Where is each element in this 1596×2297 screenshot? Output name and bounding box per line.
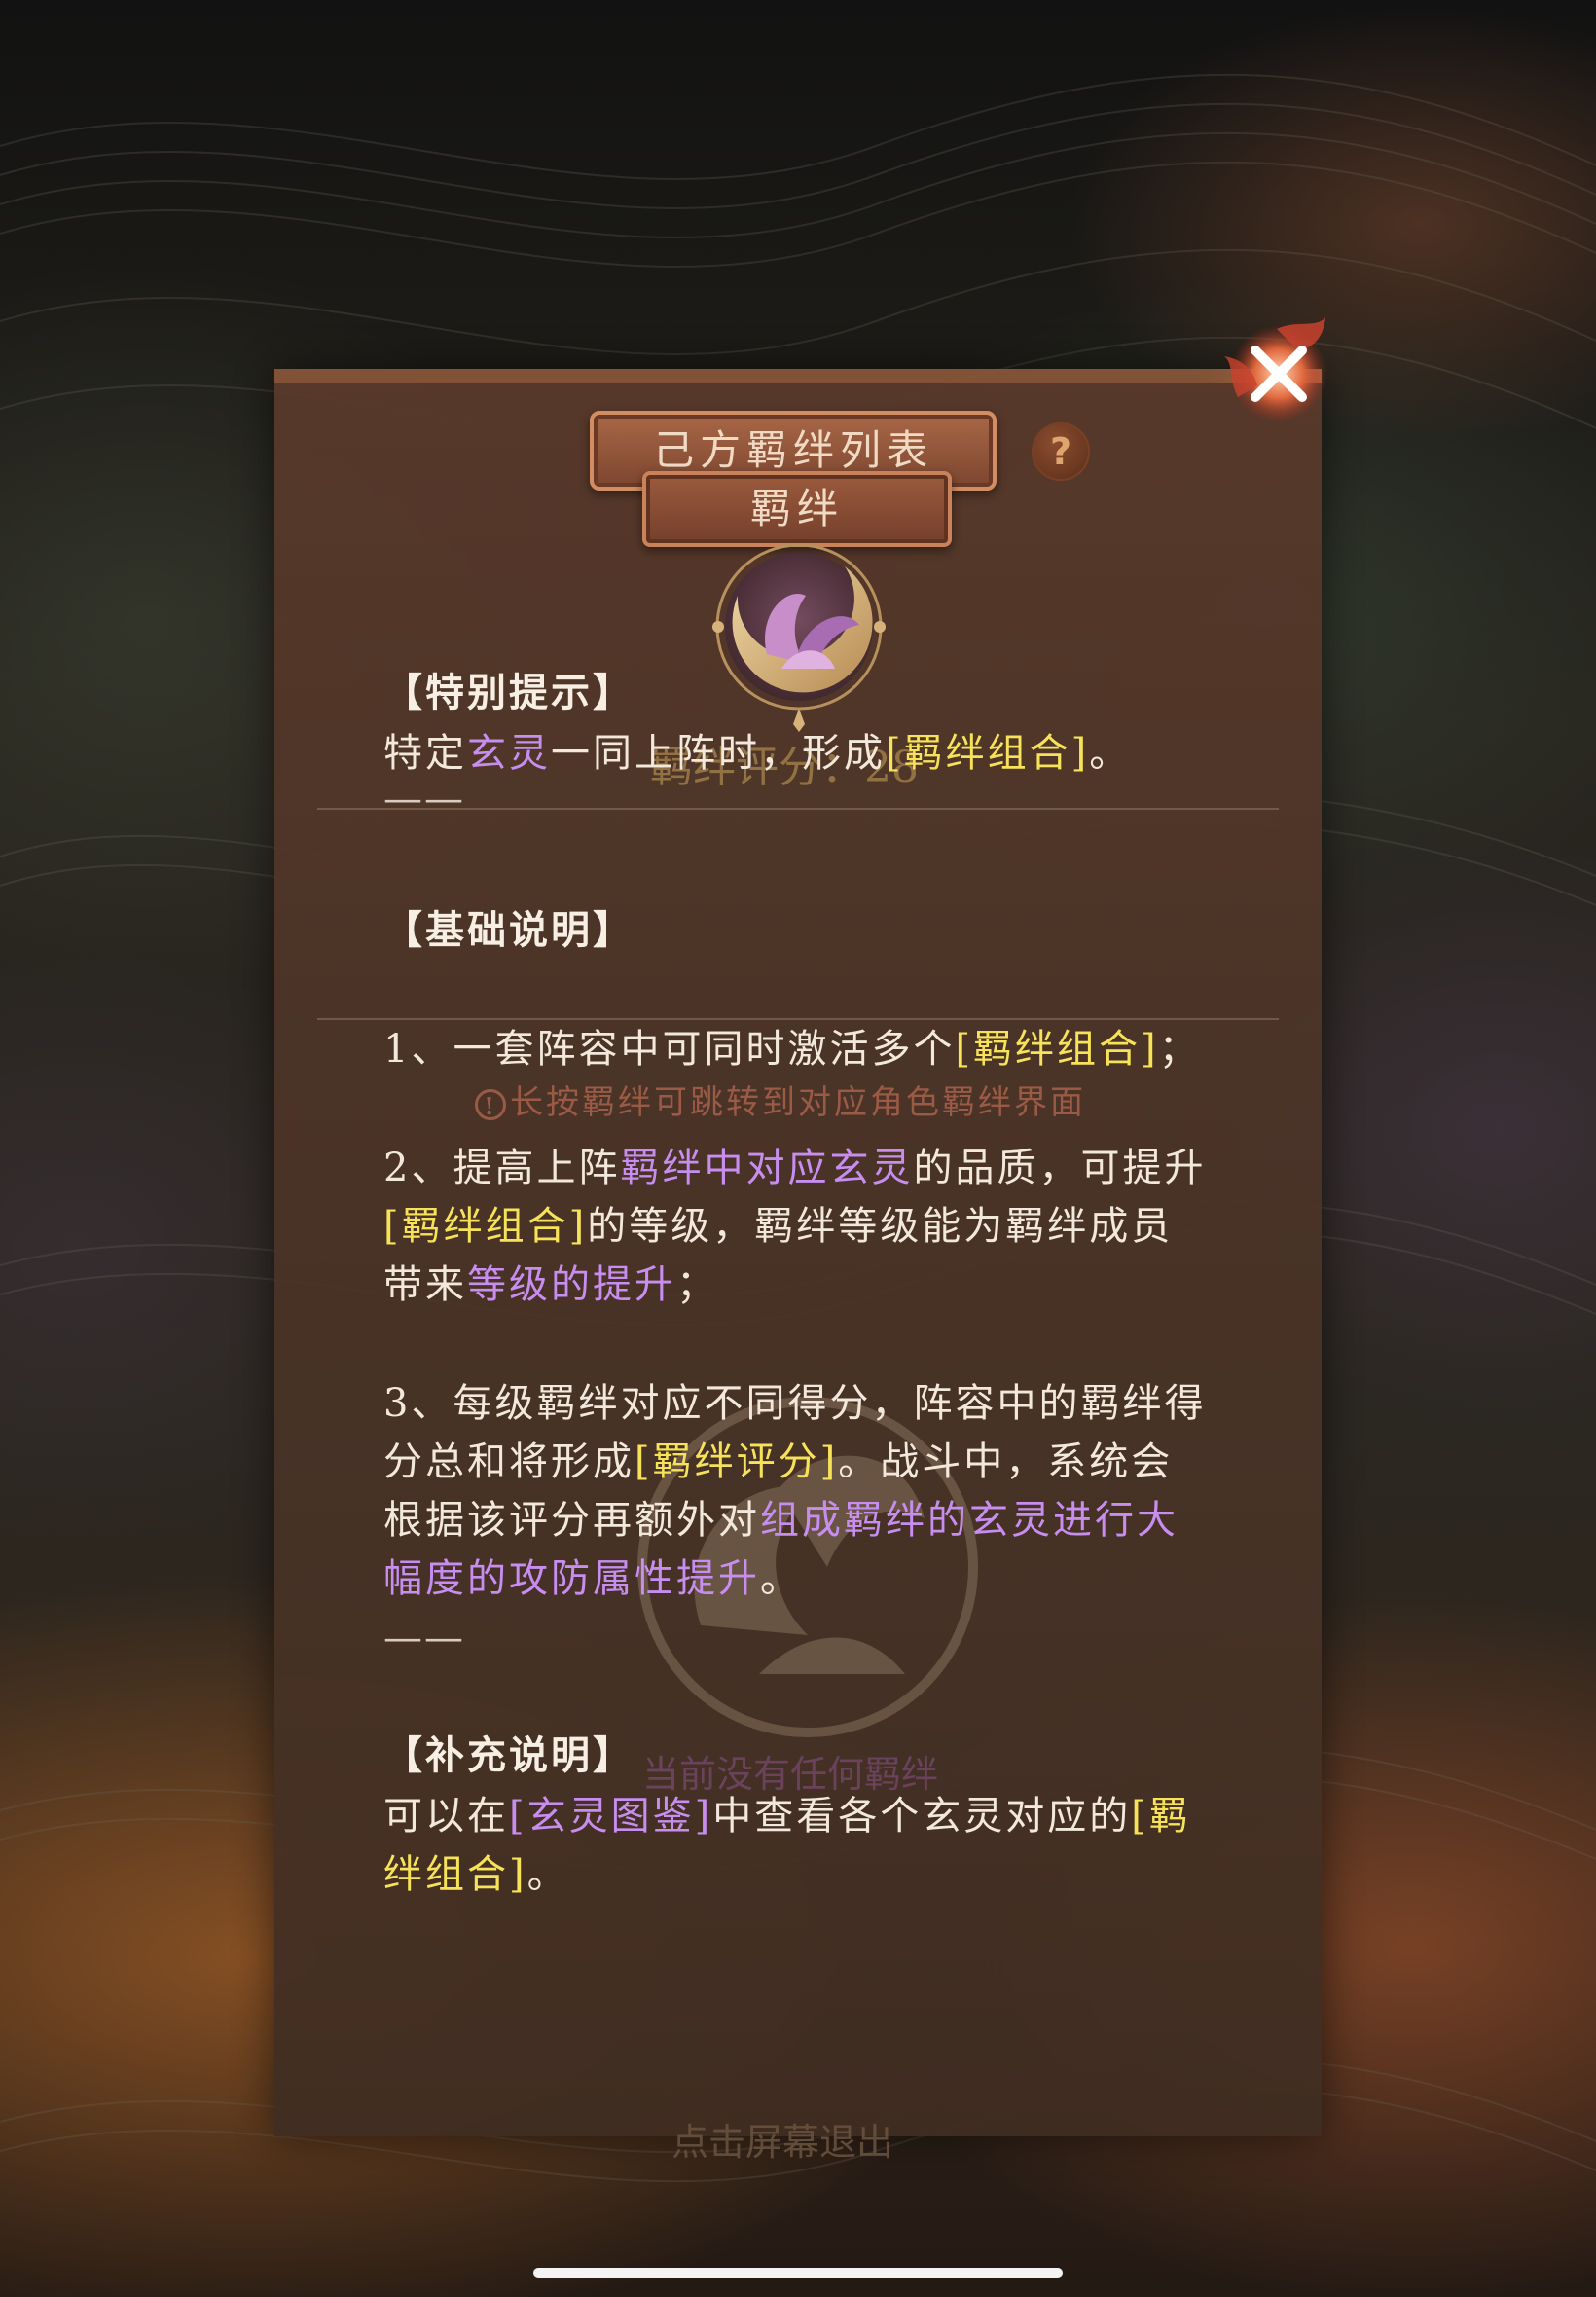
basic-item-3-line-3: 根据该评分再额外对组成羁绊的玄灵进行大 <box>383 1491 1179 1550</box>
basic-item-3-line-1: 3、每级羁绊对应不同得分，阵容中的羁绊得 <box>383 1374 1206 1433</box>
lotus-moon-emblem-icon <box>712 543 886 732</box>
text-segment: ； <box>676 1262 718 1307</box>
text-segment: [羁绊组合] <box>886 731 1090 776</box>
basic-item-3-line-2: 分总和将形成[羁绊评分]。战斗中，系统会 <box>383 1433 1173 1491</box>
supplement-heading: 【补充说明】 <box>383 1732 635 1778</box>
basic-item-2-line-3: 带来等级的提升； <box>383 1256 718 1314</box>
text-segment: 2、提高上阵 <box>383 1146 621 1190</box>
special-tip-dash: —— <box>383 777 465 821</box>
special-tip-text: 特定玄灵一同上阵时，形成[羁绊组合]。 <box>383 724 1131 783</box>
text-segment: ； <box>1158 1027 1201 1072</box>
supplement-line-2: 绊组合]。 <box>383 1845 569 1904</box>
question-mark-icon: ? <box>1049 430 1072 473</box>
tap-to-exit-text[interactable]: 点击屏幕退出 <box>671 2112 893 2166</box>
basic-item-1: 1、一套阵容中可同时激活多个[羁绊组合]； <box>383 1020 1201 1078</box>
text-segment: 。战斗中，系统会 <box>838 1440 1174 1484</box>
special-tip-heading: 【特别提示】 <box>383 670 635 715</box>
text-segment: [玄灵图鉴] <box>509 1794 713 1839</box>
long-press-hint-text: 长按羁绊可跳转到对应角色羁绊界面 <box>510 1083 1086 1122</box>
basic-item-2-line-2: [羁绊组合]的等级，羁绊等级能为羁绊成员 <box>383 1197 1173 1256</box>
text-segment: 带来 <box>383 1262 467 1307</box>
home-indicator[interactable] <box>533 2268 1063 2278</box>
text-segment: 中查看各个玄灵对应的 <box>712 1794 1132 1839</box>
text-segment: 幅度的攻防属性提升 <box>383 1556 760 1601</box>
basic-item-2-line-1: 2、提高上阵羁绊中对应玄灵的品质，可提升 <box>383 1139 1206 1197</box>
basic-info-heading: 【基础说明】 <box>383 907 635 953</box>
text-segment: [羁绊评分] <box>635 1440 839 1484</box>
text-segment: 1、一套阵容中可同时激活多个 <box>383 1027 956 1072</box>
text-segment: 分总和将形成 <box>383 1440 635 1484</box>
text-segment: 可以在 <box>383 1794 509 1839</box>
text-segment: 绊组合] <box>383 1852 527 1897</box>
text-segment: 特定 <box>383 731 467 776</box>
text-segment: 的等级，羁绊等级能为羁绊成员 <box>587 1204 1174 1249</box>
basic-info-dash: —— <box>383 1616 465 1660</box>
text-segment: 组成羁绊的玄灵进行大 <box>760 1498 1179 1543</box>
dialog-subtitle-tab[interactable]: 羁绊 <box>642 471 952 547</box>
close-button[interactable] <box>1218 310 1345 426</box>
text-segment: 一同上阵时，形成 <box>551 731 886 776</box>
text-segment: 等级的提升 <box>467 1262 676 1307</box>
supplement-line-1: 可以在[玄灵图鉴]中查看各个玄灵对应的[羁 <box>383 1787 1191 1845</box>
text-segment: 3、每级羁绊对应不同得分，阵容中的羁绊得 <box>383 1381 1207 1426</box>
text-segment: 。 <box>760 1556 802 1601</box>
text-segment: [羁绊组合] <box>383 1204 588 1249</box>
help-button[interactable]: ? <box>1032 422 1090 481</box>
text-segment: [羁 <box>1131 1794 1191 1839</box>
exclamation-circle-icon: ! <box>475 1089 506 1120</box>
long-press-hint: ! 长按羁绊可跳转到对应角色羁绊界面 <box>475 1078 1086 1127</box>
text-segment: 的品质，可提升 <box>913 1146 1207 1190</box>
text-segment: 玄灵 <box>467 731 551 776</box>
text-segment: 。 <box>1089 731 1132 776</box>
text-segment: [羁绊组合] <box>955 1027 1159 1072</box>
panel-top-bar <box>274 369 1322 383</box>
basic-item-3-line-4: 幅度的攻防属性提升。 <box>383 1550 802 1608</box>
text-segment: 羁绊中对应玄灵 <box>620 1146 914 1190</box>
text-segment: 。 <box>526 1852 569 1897</box>
text-segment: 根据该评分再额外对 <box>383 1498 760 1543</box>
